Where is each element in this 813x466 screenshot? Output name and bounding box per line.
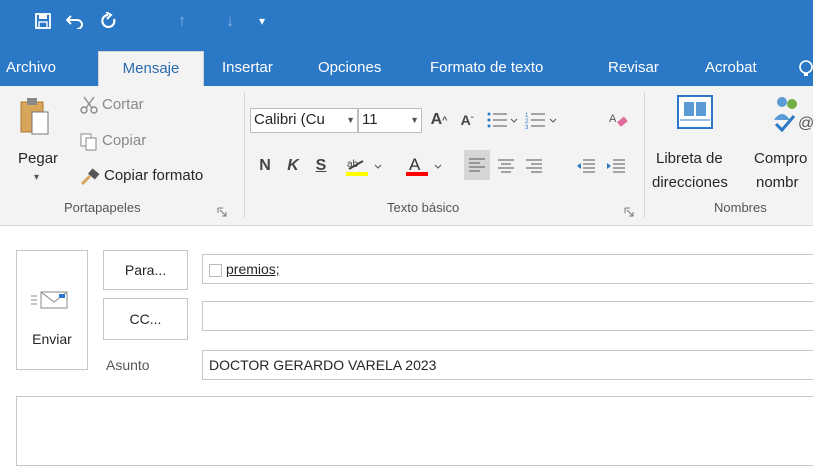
send-button[interactable]: Enviar: [16, 250, 88, 370]
format-painter-icon: [80, 168, 100, 186]
tab-acrobat[interactable]: Acrobat: [705, 51, 757, 87]
basic-text-dialog-launcher-icon[interactable]: [624, 204, 634, 217]
send-label: Enviar: [32, 331, 72, 347]
svg-text:@: @: [798, 115, 813, 132]
to-field[interactable]: premios;: [202, 254, 813, 284]
clipboard-dialog-launcher-icon[interactable]: [217, 204, 227, 217]
shrink-font-icon[interactable]: Aˇ: [456, 106, 478, 134]
increase-indent-icon[interactable]: [604, 152, 628, 180]
numbering-icon[interactable]: 123: [524, 106, 560, 134]
highlight-color-icon[interactable]: ab: [344, 152, 388, 180]
clear-formatting-icon[interactable]: A: [606, 106, 632, 134]
underline-button[interactable]: S: [310, 152, 332, 180]
grow-font-icon[interactable]: A ^: [428, 106, 450, 134]
contact-status-icon: [209, 263, 222, 277]
font-size-combo[interactable]: 11 ▼: [358, 108, 422, 133]
arrow-up-icon[interactable]: ↑: [170, 8, 194, 34]
align-center-icon[interactable]: [494, 152, 518, 180]
align-right-icon[interactable]: [522, 152, 546, 180]
cc-button[interactable]: CC...: [103, 298, 188, 340]
send-icon: [31, 289, 71, 311]
copy-icon: [80, 133, 98, 151]
subject-field[interactable]: DOCTOR GERARDO VARELA 2023: [202, 350, 813, 380]
tab-revisar[interactable]: Revisar: [608, 51, 659, 87]
svg-text:A: A: [609, 113, 617, 125]
redo-icon[interactable]: [96, 8, 122, 34]
tab-archivo[interactable]: Archivo: [6, 51, 56, 87]
arrow-down-icon[interactable]: ↓: [218, 8, 242, 34]
font-size-dropdown-icon[interactable]: ▼: [410, 109, 419, 131]
address-book-icon[interactable]: [676, 94, 714, 130]
ribbon: Pegar ▾ Cortar Copiar Copiar formato Por…: [0, 86, 813, 226]
to-button[interactable]: Para...: [103, 250, 188, 290]
undo-icon[interactable]: [62, 8, 88, 34]
bullets-icon[interactable]: [486, 106, 520, 134]
check-names-button[interactable]: Compro: [754, 150, 807, 167]
tab-formato-de-texto[interactable]: Formato de texto: [430, 51, 543, 87]
bold-button[interactable]: N: [254, 152, 276, 180]
quick-access-toolbar: ↑ ↓ ▾: [0, 0, 813, 45]
message-body[interactable]: [16, 396, 813, 466]
subject-label: Asunto: [106, 357, 150, 373]
tab-insertar[interactable]: Insertar: [222, 51, 273, 87]
scissors-icon: [80, 96, 98, 114]
address-book-button-line2: direcciones: [652, 174, 728, 191]
align-left-icon[interactable]: [464, 150, 490, 180]
check-names-icon[interactable]: @: [768, 94, 813, 134]
cc-field[interactable]: [202, 301, 813, 331]
font-name-value: Calibri (Cu: [254, 111, 325, 128]
font-size-value: 11: [362, 111, 378, 128]
italic-button[interactable]: K: [282, 152, 304, 180]
font-name-dropdown-icon[interactable]: ▼: [346, 109, 355, 131]
cut-button[interactable]: Cortar: [102, 96, 144, 113]
paste-dropdown-arrow-icon[interactable]: ▾: [34, 172, 39, 183]
clipboard-group-label: Portapapeles: [64, 200, 141, 215]
decrease-indent-icon[interactable]: [574, 152, 598, 180]
font-color-icon[interactable]: A: [404, 152, 448, 180]
customize-toolbar-icon[interactable]: ▾: [254, 8, 270, 34]
tell-me-icon[interactable]: [796, 51, 813, 87]
font-name-combo[interactable]: Calibri (Cu ▼: [250, 108, 358, 133]
copy-button[interactable]: Copiar: [102, 132, 146, 149]
group-separator: [644, 92, 645, 218]
tab-mensaje[interactable]: Mensaje: [98, 51, 204, 87]
names-group-label: Nombres: [714, 200, 767, 215]
check-names-button-line2: nombr: [756, 174, 799, 191]
format-painter-button[interactable]: Copiar formato: [104, 167, 203, 184]
group-separator: [244, 92, 245, 218]
paste-icon[interactable]: [20, 96, 50, 138]
paste-button[interactable]: Pegar: [18, 150, 58, 167]
address-book-button[interactable]: Libreta de: [656, 150, 723, 167]
to-recipient[interactable]: premios;: [226, 261, 280, 277]
svg-text:A: A: [409, 155, 421, 174]
save-icon[interactable]: [30, 8, 56, 34]
tab-opciones[interactable]: Opciones: [318, 51, 381, 87]
basic-text-group-label: Texto básico: [387, 200, 460, 215]
svg-text:3: 3: [525, 125, 529, 129]
ribbon-tab-bar: Archivo Mensaje Insertar Opciones Format…: [0, 45, 813, 87]
